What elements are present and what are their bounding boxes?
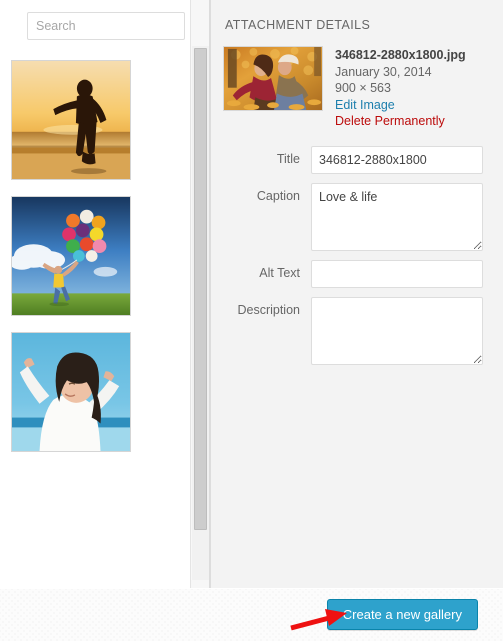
attachment-thumbnail-woman-arms-raised[interactable] [11,332,131,452]
description-label: Description [237,302,300,317]
edit-image-link[interactable]: Edit Image [335,97,466,114]
caption-field-row: Caption [223,182,489,251]
attachments-browser [0,0,210,588]
caption-textarea[interactable] [311,182,483,251]
description-textarea[interactable] [311,296,483,365]
modal-content: ATTACHMENT DETAILS [0,0,503,588]
alt-text-field-row: Alt Text [223,259,489,288]
woman-arms-raised-image [12,333,130,451]
attachment-filename: 346812-2880x1800.jpg [335,48,466,62]
attachment-preview-thumbnail[interactable] [223,46,323,111]
search-input[interactable] [27,12,185,40]
attachment-dimensions: 900 × 563 [335,81,391,95]
modal-footer-toolbar: Create a new gallery [0,589,503,641]
attachment-thumbnail-list [0,52,190,588]
title-label: Title [276,151,300,166]
search-row [0,0,190,52]
media-modal: ATTACHMENT DETAILS [0,0,503,641]
beach-sunset-image [12,61,130,179]
attachment-summary: 346812-2880x1800.jpg January 30, 2014 90… [223,46,489,130]
title-input[interactable] [311,145,483,174]
alt-text-input[interactable] [311,259,483,288]
attachment-metadata: 346812-2880x1800.jpg January 30, 2014 90… [335,46,466,130]
attachments-scrollbar[interactable] [190,0,210,588]
attachment-details-sidebar: ATTACHMENT DETAILS 346812-2880x1800.jpg … [210,0,503,588]
create-a-new-gallery-button[interactable]: Create a new gallery [326,599,478,630]
autumn-couple-image [224,47,322,110]
description-field-row: Description [223,296,489,365]
title-field-row: Title [223,145,489,174]
caption-label: Caption [256,188,300,203]
scrollbar-thumb[interactable] [194,48,207,530]
balloons-image [12,197,130,315]
attachment-thumbnail-beach-sunset[interactable] [11,60,131,180]
alt-text-label: Alt Text [259,265,300,280]
attachment-thumbnail-balloons[interactable] [11,196,131,316]
attachment-details-heading: ATTACHMENT DETAILS [225,18,371,32]
delete-permanently-link[interactable]: Delete Permanently [335,113,466,130]
attachment-date: January 30, 2014 [335,64,432,79]
